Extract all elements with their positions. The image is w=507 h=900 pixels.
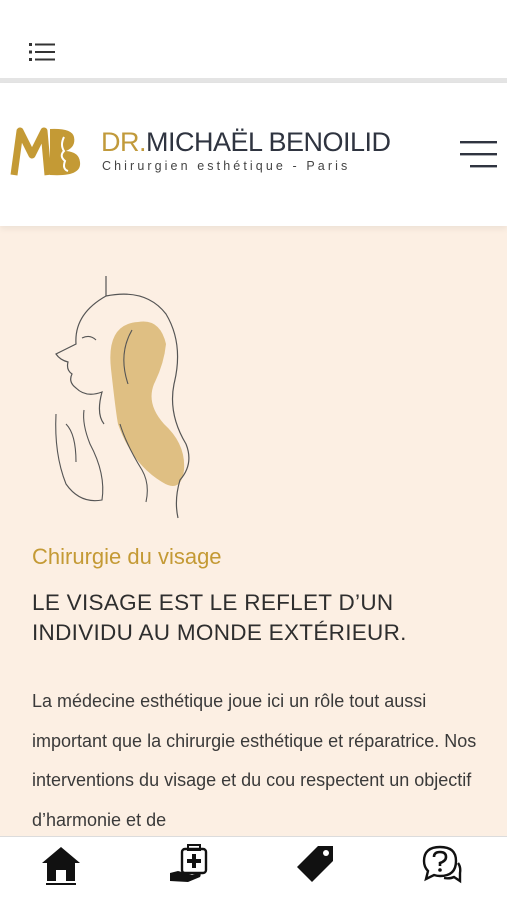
list-icon[interactable] bbox=[28, 40, 56, 64]
bottom-nav bbox=[0, 836, 507, 900]
nav-medical[interactable] bbox=[168, 843, 214, 891]
brand-subtitle: Chirurgien esthétique - Paris bbox=[102, 159, 351, 173]
question-chat-icon bbox=[422, 845, 462, 884]
brand-prefix: DR. bbox=[101, 127, 147, 157]
medical-kit-icon bbox=[170, 844, 208, 882]
nav-faq[interactable] bbox=[420, 843, 466, 891]
nav-home[interactable] bbox=[40, 843, 86, 891]
nav-pricing[interactable] bbox=[294, 843, 340, 891]
price-tag-icon bbox=[297, 846, 333, 882]
brand-name-text: MICHAËL BENOILID bbox=[146, 127, 391, 157]
home-icon bbox=[42, 847, 80, 885]
site-header: DR.MICHAËL BENOILID Chirurgien esthétiqu… bbox=[0, 83, 507, 226]
brand-name: DR.MICHAËL BENOILID bbox=[101, 127, 391, 158]
body-text: La médecine esthétique joue ici un rôle … bbox=[32, 691, 477, 830]
top-bar bbox=[0, 0, 507, 80]
mb-monogram-logo[interactable] bbox=[10, 125, 84, 179]
section-title: Chirurgie du visage bbox=[32, 544, 222, 569]
hero-section: Chirurgie du visage LE VISAGE EST LE REF… bbox=[0, 226, 507, 836]
face-line-art-illustration bbox=[55, 276, 190, 519]
hamburger-menu-icon[interactable] bbox=[458, 139, 498, 169]
headline: LE VISAGE EST LE REFLET D’UN INDIVIDU AU… bbox=[32, 590, 407, 645]
